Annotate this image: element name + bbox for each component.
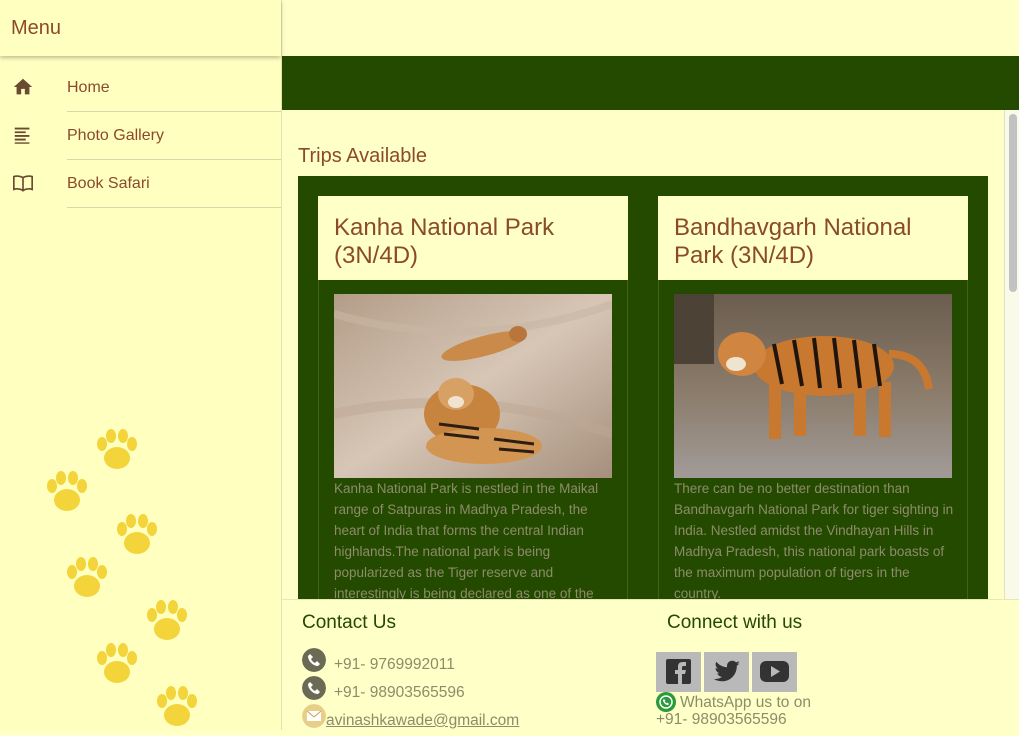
card-title: Bandhavgarh National Park (3N/4D) [674, 214, 912, 269]
sidebar-item-label: Book Safari [67, 175, 150, 192]
home-icon [13, 78, 33, 95]
scrollbar-thumb[interactable] [1009, 114, 1017, 292]
book-icon [13, 175, 33, 192]
whatsapp-contact[interactable]: WhatsApp us to on +91- 98903565596 [656, 692, 856, 728]
trips-panel: Kanha National Park (3N/4D) Kanha Nation… [298, 176, 988, 599]
youtube-button[interactable] [752, 652, 797, 692]
phone-number: +91- 9769992011 [334, 656, 455, 673]
trip-card-bandhavgarh[interactable]: Bandhavgarh National Park (3N/4D) There … [658, 196, 968, 599]
phone-number: +91- 98903565596 [334, 684, 465, 701]
sidebar-title: Menu [11, 17, 62, 39]
scrollbar[interactable] [1004, 110, 1019, 599]
tigers-resting-photo [334, 294, 612, 478]
sidebar-header: Menu [0, 0, 281, 56]
sidebar-item-photo-gallery[interactable]: Photo Gallery [0, 112, 281, 160]
sidebar-drawer: Menu Home Photo Gallery Book Safari [0, 0, 282, 730]
card-description: Kanha National Park is nestled in the Ma… [334, 481, 599, 599]
connect-heading: Connect with us [667, 612, 803, 633]
list-icon [14, 127, 30, 144]
top-app-bar [282, 56, 1019, 110]
contact-heading: Contact Us [302, 612, 396, 633]
trip-card-kanha[interactable]: Kanha National Park (3N/4D) Kanha Nation… [318, 196, 628, 599]
twitter-button[interactable] [704, 652, 749, 692]
sidebar-item-home[interactable]: Home [0, 64, 281, 112]
twitter-icon [714, 660, 740, 682]
phone-icon [302, 676, 326, 700]
card-header: Kanha National Park (3N/4D) [318, 196, 628, 280]
whatsapp-icon [656, 692, 676, 712]
whatsapp-number: +91- 98903565596 [656, 711, 787, 728]
tiger-walking-photo [674, 294, 952, 478]
youtube-icon [760, 661, 789, 682]
whatsapp-label: WhatsApp us to on [680, 694, 811, 711]
section-title: Trips Available [298, 145, 427, 167]
main-content: Trips Available Kanha National Park (3N/… [282, 110, 1019, 599]
card-description: There can be no better destination than … [674, 481, 954, 599]
paw-prints-decoration [47, 429, 197, 726]
sidebar-item-label: Home [67, 79, 110, 96]
facebook-button[interactable] [656, 652, 701, 692]
card-title: Kanha National Park (3N/4D) [334, 214, 555, 269]
sidebar-item-book-safari[interactable]: Book Safari [0, 160, 281, 208]
phone-icon [302, 648, 326, 672]
facebook-icon [666, 659, 691, 684]
email-link[interactable]: avinashkawade@gmail.com [326, 712, 519, 730]
sidebar-item-label: Photo Gallery [67, 127, 164, 144]
mail-icon [302, 704, 326, 728]
card-body: There can be no better destination than … [658, 280, 968, 599]
footer: Contact Us +91- 9769992011 +91- 98903565… [282, 599, 1019, 731]
divider [67, 207, 281, 208]
card-header: Bandhavgarh National Park (3N/4D) [658, 196, 968, 280]
card-body: Kanha National Park is nestled in the Ma… [318, 280, 628, 599]
